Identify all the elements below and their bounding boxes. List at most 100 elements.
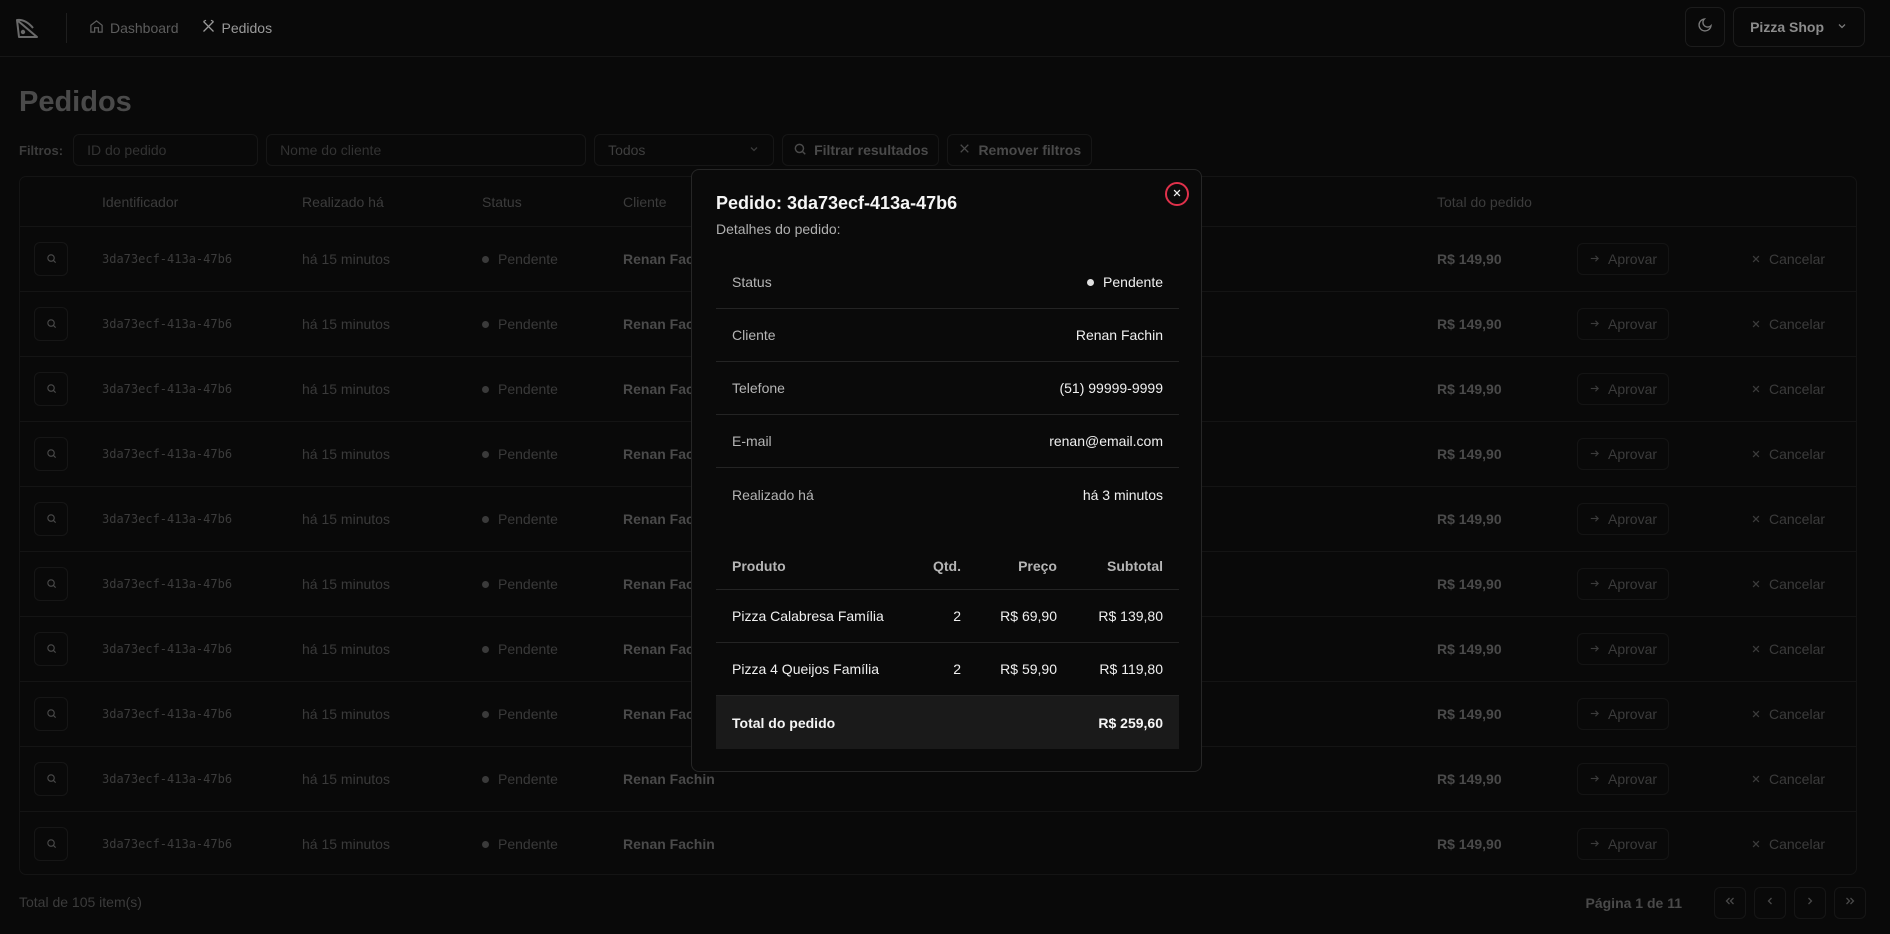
order-id: 3da73ecf-413a-47b6 bbox=[102, 642, 233, 656]
email-value: renan@email.com bbox=[1049, 433, 1163, 449]
previous-page-button[interactable] bbox=[1754, 887, 1786, 919]
created-value: há 3 minutos bbox=[1082, 486, 1163, 503]
order-status-label: Pendente bbox=[498, 771, 558, 787]
search-icon bbox=[46, 316, 57, 332]
close-dialog-button[interactable] bbox=[1165, 182, 1189, 206]
clear-filters-button[interactable]: Remover filtros bbox=[947, 134, 1093, 166]
order-details-dialog: Pedido: 3da73ecf-413a-47b6 Detalhes do p… bbox=[691, 169, 1202, 772]
info-label: Cliente bbox=[732, 327, 776, 343]
approve-button[interactable]: Aprovar bbox=[1577, 243, 1670, 275]
order-details-button[interactable] bbox=[34, 697, 68, 731]
approve-button[interactable]: Aprovar bbox=[1577, 828, 1670, 860]
chevrons-right-icon bbox=[1844, 894, 1856, 912]
status-value-label: Pendente bbox=[1103, 274, 1163, 290]
page-info: Página 1 de 11 bbox=[1585, 895, 1683, 911]
arrow-right-icon bbox=[1589, 446, 1600, 462]
product-row: Pizza Calabresa Família 2 R$ 69,90 R$ 13… bbox=[716, 590, 1179, 643]
order-total: R$ 149,90 bbox=[1437, 446, 1502, 462]
order-status-label: Pendente bbox=[498, 446, 558, 462]
cancel-button[interactable]: Cancelar bbox=[1751, 511, 1825, 527]
theme-toggle-button[interactable] bbox=[1685, 7, 1726, 47]
order-id-input[interactable]: ID do pedido bbox=[73, 134, 259, 166]
order-info-table: Status Pendente Cliente Renan Fachin Tel… bbox=[716, 256, 1179, 521]
order-details-button[interactable] bbox=[34, 242, 68, 276]
pizza-logo-icon[interactable] bbox=[12, 13, 42, 43]
order-created: há 15 minutos bbox=[302, 511, 390, 527]
approve-label: Aprovar bbox=[1608, 771, 1658, 787]
order-details-button[interactable] bbox=[34, 372, 68, 406]
moon-icon bbox=[1697, 17, 1713, 38]
cancel-button[interactable]: Cancelar bbox=[1751, 576, 1825, 592]
approve-button[interactable]: Aprovar bbox=[1577, 438, 1670, 470]
first-page-button[interactable] bbox=[1714, 887, 1746, 919]
filters-bar: Filtros: ID do pedido Nome do cliente To… bbox=[19, 134, 1093, 166]
info-label: Telefone bbox=[732, 380, 785, 396]
col-qty: Qtd. bbox=[933, 558, 961, 574]
approve-button[interactable]: Aprovar bbox=[1577, 373, 1670, 405]
order-customer: Renan Fachin bbox=[623, 836, 715, 852]
approve-label: Aprovar bbox=[1608, 316, 1658, 332]
approve-button[interactable]: Aprovar bbox=[1577, 568, 1670, 600]
product-name: Pizza Calabresa Família bbox=[732, 608, 884, 624]
filter-results-button[interactable]: Filtrar resultados bbox=[782, 134, 940, 166]
close-icon bbox=[1751, 251, 1761, 267]
product-subtotal: R$ 139,80 bbox=[1098, 608, 1163, 624]
cancel-button[interactable]: Cancelar bbox=[1751, 641, 1825, 657]
order-details-button[interactable] bbox=[34, 307, 68, 341]
clear-filters-label: Remover filtros bbox=[978, 142, 1082, 158]
info-row-customer: Cliente Renan Fachin bbox=[716, 309, 1179, 362]
order-status: Pendente bbox=[482, 682, 558, 746]
cancel-button[interactable]: Cancelar bbox=[1751, 381, 1825, 397]
cancel-button[interactable]: Cancelar bbox=[1751, 771, 1825, 787]
info-label: E-mail bbox=[732, 433, 772, 449]
order-details-button[interactable] bbox=[34, 632, 68, 666]
cancel-button[interactable]: Cancelar bbox=[1751, 251, 1825, 267]
cancel-button[interactable]: Cancelar bbox=[1751, 446, 1825, 462]
order-details-button[interactable] bbox=[34, 567, 68, 601]
status-select[interactable]: Todos bbox=[594, 134, 775, 166]
arrow-right-icon bbox=[1589, 316, 1600, 332]
shop-menu-button[interactable]: Pizza Shop bbox=[1733, 7, 1865, 47]
order-created: há 15 minutos bbox=[302, 446, 390, 462]
nav-dashboard-label: Dashboard bbox=[110, 20, 179, 36]
nav-pedidos[interactable]: Pedidos bbox=[201, 19, 272, 37]
cancel-button[interactable]: Cancelar bbox=[1751, 316, 1825, 332]
approve-button[interactable]: Aprovar bbox=[1577, 308, 1670, 340]
nav-dashboard[interactable]: Dashboard bbox=[89, 19, 179, 37]
close-icon bbox=[1751, 641, 1761, 657]
status-dot bbox=[1087, 278, 1095, 286]
order-details-button[interactable] bbox=[34, 762, 68, 796]
col-customer: Cliente bbox=[623, 194, 667, 210]
approve-button[interactable]: Aprovar bbox=[1577, 633, 1670, 665]
approve-button[interactable]: Aprovar bbox=[1577, 763, 1670, 795]
cancel-button[interactable]: Cancelar bbox=[1751, 836, 1825, 852]
chevrons-left-icon bbox=[1724, 894, 1736, 912]
order-id: 3da73ecf-413a-47b6 bbox=[102, 837, 233, 851]
cancel-label: Cancelar bbox=[1769, 381, 1826, 397]
next-page-button[interactable] bbox=[1794, 887, 1826, 919]
approve-button[interactable]: Aprovar bbox=[1577, 698, 1670, 730]
close-icon bbox=[1751, 511, 1761, 527]
order-status: Pendente bbox=[482, 357, 558, 421]
arrow-right-icon bbox=[1589, 641, 1600, 657]
order-status: Pendente bbox=[482, 422, 558, 486]
order-id: 3da73ecf-413a-47b6 bbox=[102, 252, 233, 266]
last-page-button[interactable] bbox=[1834, 887, 1866, 919]
approve-button[interactable]: Aprovar bbox=[1577, 503, 1670, 535]
home-icon bbox=[89, 19, 104, 37]
customer-name-input[interactable]: Nome do cliente bbox=[266, 134, 587, 166]
order-details-button[interactable] bbox=[34, 437, 68, 471]
order-created: há 15 minutos bbox=[302, 836, 390, 852]
order-total-value: R$ 259,60 bbox=[1098, 714, 1163, 731]
order-details-button[interactable] bbox=[34, 502, 68, 536]
col-product: Produto bbox=[732, 558, 786, 574]
filter-results-label: Filtrar resultados bbox=[814, 142, 929, 158]
order-total: R$ 149,90 bbox=[1437, 836, 1502, 852]
close-icon bbox=[1751, 446, 1761, 462]
order-id-placeholder: ID do pedido bbox=[87, 142, 167, 158]
search-icon bbox=[46, 706, 57, 722]
cancel-button[interactable]: Cancelar bbox=[1751, 706, 1825, 722]
cancel-label: Cancelar bbox=[1769, 316, 1826, 332]
dialog-title: Pedido: 3da73ecf-413a-47b6 bbox=[716, 193, 958, 213]
order-details-button[interactable] bbox=[34, 827, 68, 861]
